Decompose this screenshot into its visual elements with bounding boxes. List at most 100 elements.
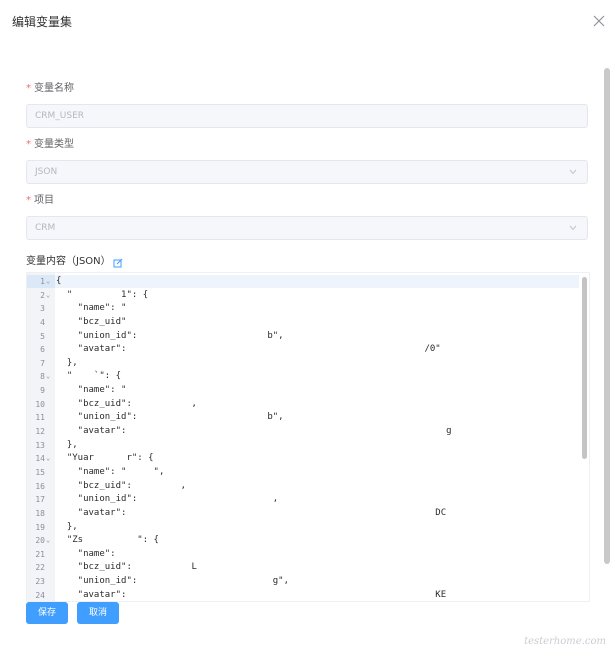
editor-scrollbar-thumb[interactable] [582, 277, 587, 459]
variable-name-label: * 变量名称 [26, 82, 588, 96]
line-number: 10 [35, 399, 45, 409]
required-star: * [26, 83, 31, 94]
code-line[interactable]: 12 "avatar": g [27, 425, 579, 439]
code-line[interactable]: 16 "bcz_uid": , [27, 480, 579, 494]
line-number: 1 [40, 277, 45, 286]
dialog-title: 编辑变量集 [12, 15, 73, 29]
code-text: "union_id": b", [56, 412, 284, 423]
code-line[interactable]: 11 "union_id": b", [27, 411, 579, 425]
line-number: 15 [35, 467, 45, 477]
code-line[interactable]: 19 }, [27, 521, 579, 535]
fold-arrow-icon[interactable]: ⌄ [46, 289, 50, 303]
code-line[interactable]: 21 "name": [27, 548, 579, 562]
save-button[interactable]: 保存 [26, 602, 68, 624]
fold-arrow-icon[interactable]: ⌄ [46, 534, 50, 548]
code-text: "bcz_uid": , [56, 480, 187, 491]
code-text: "name": [56, 548, 116, 559]
code-text: "union_id": b", [56, 330, 284, 341]
code-text: "name": " ", [56, 466, 165, 477]
line-number: 23 [35, 577, 45, 587]
line-number: 21 [35, 549, 45, 559]
code-text: }, [56, 521, 78, 532]
dialog-header: 编辑变量集 [0, 0, 612, 44]
chevron-down-icon [569, 169, 577, 175]
code-text: "Zs ": { [56, 535, 159, 546]
line-number: 11 [35, 413, 45, 423]
fold-arrow-icon[interactable]: ⌄ [46, 452, 50, 466]
code-line[interactable]: 22 "bcz_uid": L [27, 561, 579, 575]
edit-icon[interactable] [113, 253, 123, 268]
line-number: 19 [35, 522, 45, 532]
line-number: 13 [35, 440, 45, 450]
variable-type-label: * 变量类型 [26, 138, 588, 152]
code-line[interactable]: 17 "union_id": , [27, 493, 579, 507]
line-number: 12 [35, 427, 45, 437]
line-number: 5 [40, 331, 45, 341]
code-line[interactable]: 18 "avatar": DC [27, 507, 579, 521]
close-icon[interactable] [592, 14, 606, 28]
code-line[interactable]: 13 }, [27, 439, 579, 453]
code-text: "Yuar r": { [56, 453, 154, 464]
code-line[interactable]: 9 "name": " [27, 384, 579, 398]
variable-name-label-text: 变量名称 [34, 83, 74, 94]
code-text: "name": " [56, 385, 127, 396]
project-label: * 项目 [26, 194, 588, 208]
dialog-scrollbar-thumb[interactable] [604, 68, 610, 564]
code-text: "bcz_uid" [56, 316, 127, 327]
fold-arrow-icon[interactable]: ⌄ [46, 370, 50, 384]
line-number: 20 [35, 536, 45, 546]
code-line[interactable]: 23 "union_id": g", [27, 575, 579, 589]
line-number: 14 [35, 454, 45, 464]
code-area[interactable]: 1 ⌄{2 ⌄ " 1": {3 "name": " 4 "bcz_uid" 5 "un… [27, 275, 579, 601]
code-line[interactable]: 24 "avatar": KE [27, 589, 579, 601]
code-text: "avatar": /0" [56, 344, 441, 355]
code-text: " `": { [56, 371, 122, 382]
project-select[interactable]: CRM [26, 216, 588, 240]
variable-name-input[interactable]: CRM_USER [26, 104, 588, 128]
variable-type-select[interactable]: JSON [26, 160, 588, 184]
variable-name-field: * 变量名称 CRM_USER [26, 82, 588, 128]
code-text: "bcz_uid": L [56, 562, 197, 573]
code-line[interactable]: 8 ⌄ " `": { [27, 370, 579, 384]
code-line[interactable]: 7 }, [27, 357, 579, 371]
code-line[interactable]: 4 "bcz_uid" [27, 316, 579, 330]
code-line[interactable]: 10 "bcz_uid": , [27, 398, 579, 412]
code-line[interactable]: 2 ⌄ " 1": { [27, 289, 579, 303]
code-text: "avatar": KE [56, 589, 447, 600]
code-line[interactable]: 6 "avatar": /0" [27, 343, 579, 357]
variable-name-value: CRM_USER [35, 111, 85, 121]
line-number: 4 [40, 317, 45, 327]
line-number: 16 [35, 481, 45, 491]
variable-type-field: * 变量类型 JSON [26, 138, 588, 184]
watermark: testerhome.com [524, 636, 606, 647]
json-editor[interactable]: 1 ⌄{2 ⌄ " 1": {3 "name": " 4 "bcz_uid" 5 "un… [26, 272, 590, 602]
line-number: 3 [40, 304, 45, 314]
line-number: 9 [40, 386, 45, 396]
cancel-button[interactable]: 取消 [77, 602, 119, 624]
line-number: 18 [35, 508, 45, 518]
code-line[interactable]: 14 ⌄ "Yuar r": { [27, 452, 579, 466]
code-text: }, [56, 357, 78, 368]
variable-type-value: JSON [35, 167, 58, 177]
code-line[interactable]: 5 "union_id": b", [27, 330, 579, 344]
code-line[interactable]: 1 ⌄ { [27, 275, 579, 289]
line-number: 2 [40, 290, 45, 300]
line-number: 8 [40, 372, 45, 382]
variable-type-label-text: 变量类型 [34, 139, 74, 150]
line-number: 24 [35, 590, 45, 600]
project-label-text: 项目 [34, 195, 54, 206]
code-text: "name": " [56, 303, 127, 314]
fold-arrow-icon[interactable]: ⌄ [46, 275, 50, 289]
code-text: "avatar": DC [56, 507, 447, 518]
required-star: * [26, 139, 31, 150]
code-line[interactable]: 3 "name": " [27, 302, 579, 316]
line-number: 6 [40, 345, 45, 355]
code-line[interactable]: 20 ⌄ "Zs ": { [27, 534, 579, 548]
project-field: * 项目 CRM [26, 194, 588, 240]
code-line[interactable]: 15 "name": " ", [27, 466, 579, 480]
code-text: "union_id": , [56, 494, 279, 505]
project-value: CRM [35, 223, 56, 233]
code-text: { [56, 276, 62, 286]
code-text: "union_id": g", [56, 576, 289, 587]
line-number: 17 [35, 495, 45, 505]
